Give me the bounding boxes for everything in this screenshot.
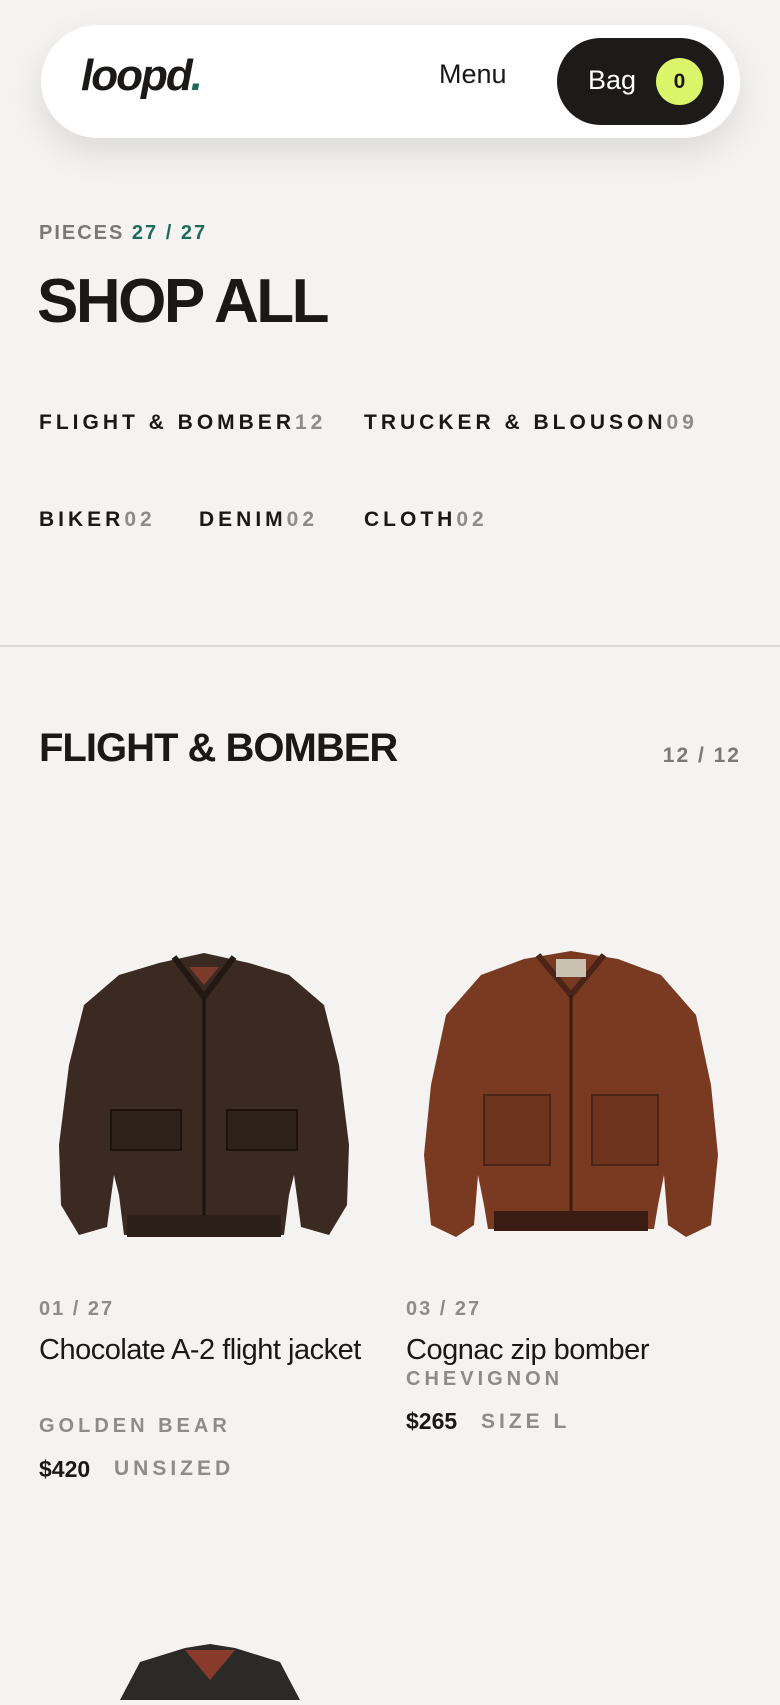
section-title: FLIGHT & BOMBER (39, 726, 398, 770)
bag-button[interactable]: Bag 0 (557, 38, 724, 125)
product-image-peek[interactable] (100, 1640, 320, 1700)
product-name[interactable]: Cognac zip bomber (406, 1331, 736, 1369)
product-image-jacket[interactable] (406, 945, 736, 1275)
product-price: $420 (39, 1456, 91, 1482)
product-size: UNSIZED (114, 1457, 235, 1480)
product-brand: GOLDEN BEAR (39, 1415, 231, 1437)
filter-denim[interactable]: DENIM02 (199, 508, 318, 532)
product-brand: CHEVIGNON (406, 1368, 564, 1390)
filter-cloth[interactable]: CLOTH02 (364, 508, 488, 532)
filter-biker[interactable]: BIKER02 (39, 508, 156, 532)
pieces-counter: PIECES 27 / 27 (39, 222, 208, 244)
filter-flight-bomber[interactable]: FLIGHT & BOMBER12 (39, 411, 326, 435)
product-index: 01 / 27 (39, 1298, 115, 1320)
product-price: $265 (406, 1408, 458, 1434)
page-title: SHOP ALL (37, 267, 330, 336)
bag-label: Bag (588, 65, 637, 95)
section-divider (0, 645, 780, 647)
product-index: 03 / 27 (406, 1298, 482, 1320)
section-count: 12 / 12 (662, 744, 741, 767)
logo[interactable]: loopd. (81, 51, 203, 101)
filter-trucker-blouson[interactable]: TRUCKER & BLOUSON09 (364, 411, 698, 435)
product-image-jacket[interactable] (39, 945, 369, 1275)
product-size: SIZE L (481, 1410, 571, 1433)
bag-count-badge: 0 (656, 58, 703, 105)
menu-button[interactable]: Menu (439, 59, 507, 90)
header-bar: loopd. Menu Bag 0 (41, 25, 740, 138)
product-name[interactable]: Chocolate A-2 flight jacket (39, 1331, 369, 1369)
